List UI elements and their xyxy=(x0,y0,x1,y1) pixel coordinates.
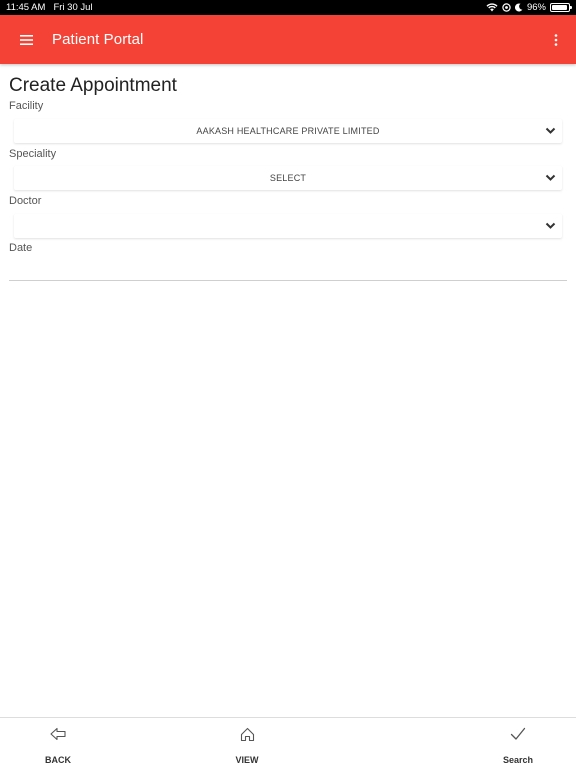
status-indicators: 96% xyxy=(486,2,572,13)
page-title: Create Appointment xyxy=(9,75,177,96)
checkmark-icon xyxy=(510,725,526,743)
more-vertical-icon[interactable] xyxy=(536,15,576,64)
bottom-nav: BACK VIEW Search xyxy=(0,717,576,768)
date-input[interactable] xyxy=(9,280,567,281)
home-icon xyxy=(240,725,255,743)
hamburger-menu-icon[interactable] xyxy=(0,15,52,64)
battery-icon xyxy=(550,3,572,12)
chevron-down-icon xyxy=(545,125,556,138)
status-date: Fri 30 Jul xyxy=(53,2,93,13)
app-title: Patient Portal xyxy=(52,31,144,48)
speciality-select[interactable]: SELECT xyxy=(14,166,562,190)
app-bar: Patient Portal xyxy=(0,15,576,64)
chevron-down-icon xyxy=(545,172,556,185)
speciality-value: SELECT xyxy=(269,173,307,183)
date-label: Date xyxy=(9,242,33,254)
view-button[interactable]: VIEW xyxy=(207,718,287,768)
back-arrow-icon xyxy=(50,725,66,743)
status-time: 11:45 AM xyxy=(6,2,46,13)
moon-icon xyxy=(515,3,523,12)
doctor-select[interactable] xyxy=(14,214,562,238)
battery-percent: 96% xyxy=(526,2,546,13)
facility-label: Facility xyxy=(9,100,44,112)
facility-select[interactable]: AAKASH HEALTHCARE PRIVATE LIMITED xyxy=(14,119,562,143)
search-label: Search xyxy=(502,755,534,765)
speciality-label: Speciality xyxy=(9,148,57,160)
wifi-icon xyxy=(486,3,498,12)
search-button[interactable]: Search xyxy=(478,718,558,768)
status-bar: 11:45 AM Fri 30 Jul 96% xyxy=(0,0,576,15)
facility-value: AAKASH HEALTHCARE PRIVATE LIMITED xyxy=(196,126,380,136)
view-label: VIEW xyxy=(235,755,259,765)
back-label: BACK xyxy=(45,755,71,765)
back-button[interactable]: BACK xyxy=(18,718,98,768)
chevron-down-icon xyxy=(545,220,556,233)
doctor-label: Doctor xyxy=(9,195,42,207)
location-icon xyxy=(502,3,511,12)
